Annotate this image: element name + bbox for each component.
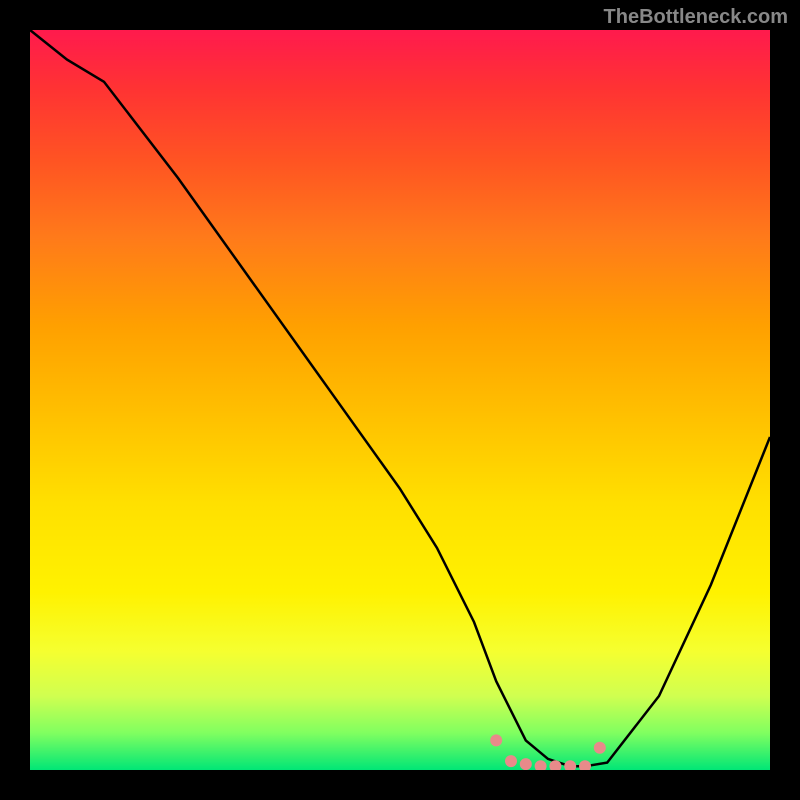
curve-marker xyxy=(579,760,591,770)
bottleneck-curve-line xyxy=(30,30,770,766)
curve-marker xyxy=(594,742,606,754)
curve-marker xyxy=(535,760,547,770)
curve-marker xyxy=(520,758,532,770)
curve-marker xyxy=(490,734,502,746)
watermark-text: TheBottleneck.com xyxy=(604,6,788,29)
curve-marker xyxy=(505,755,517,767)
curve-markers xyxy=(490,734,606,770)
chart-overlay xyxy=(30,30,770,770)
curve-marker xyxy=(564,760,576,770)
